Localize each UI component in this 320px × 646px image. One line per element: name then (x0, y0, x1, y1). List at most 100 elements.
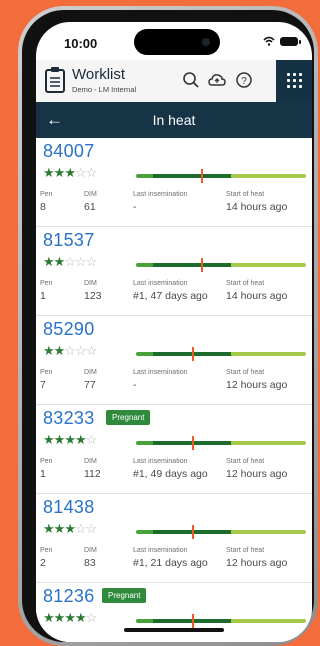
heat-progress-bar (136, 614, 306, 628)
star-empty-icon: ☆ (85, 165, 98, 180)
star-filled-icon: ★ (74, 610, 87, 625)
star-filled-icon: ★ (53, 343, 66, 358)
dim-label: DIM (84, 369, 97, 376)
star-empty-icon: ☆ (85, 521, 98, 536)
cow-card[interactable]: 81537 ★★☆☆☆ Pen DIM Last insemination Start o… (36, 227, 312, 316)
last-insemination-label: Last insemination (133, 369, 188, 376)
star-filled-icon: ★ (64, 521, 76, 536)
star-empty-icon: ☆ (85, 254, 98, 269)
pen-label: Pen (40, 547, 53, 554)
status-bar: 10:00 (36, 22, 312, 58)
dim-value: 61 (84, 201, 96, 213)
pen-value: 8 (40, 201, 46, 213)
pen-label: Pen (40, 191, 53, 198)
star-filled-icon: ★ (74, 432, 87, 447)
pen-value: 2 (40, 557, 46, 569)
dim-value: 112 (84, 468, 101, 480)
dim-label: DIM (84, 280, 97, 287)
star-filled-icon: ★ (43, 432, 55, 447)
star-empty-icon: ☆ (74, 165, 87, 180)
heat-marker (192, 436, 195, 450)
last-insemination-value: #1, 49 days ago (133, 468, 208, 480)
dim-value: 123 (84, 290, 102, 302)
title-bar: ← In heat (36, 102, 312, 138)
search-icon[interactable] (182, 71, 200, 89)
camera-dot (202, 38, 210, 46)
star-filled-icon: ★ (53, 521, 66, 536)
heat-marker (200, 169, 203, 183)
cow-id[interactable]: 85290 (43, 319, 95, 340)
battery-icon (280, 36, 301, 46)
cow-card[interactable]: 83233 Pregnant ★★★★☆ Pen DIM Last inseminatio… (36, 405, 312, 494)
last-insemination-value: #1, 21 days ago (133, 557, 208, 569)
phone-bezel: 10:00 Worklist Demo - LM Internal ? ← In… (22, 10, 314, 642)
pen-value: 7 (40, 379, 46, 391)
star-filled-icon: ★ (43, 521, 55, 536)
cow-id[interactable]: 84007 (43, 141, 95, 162)
cloud-sync-icon[interactable] (208, 71, 226, 89)
star-filled-icon: ★ (43, 254, 55, 269)
heat-marker (200, 258, 203, 272)
last-insemination-label: Last insemination (133, 280, 188, 287)
cow-id[interactable]: 81537 (43, 230, 95, 251)
heat-progress-bar (136, 258, 306, 272)
rating-stars: ★★★★☆ (43, 432, 98, 448)
pen-label: Pen (40, 280, 53, 287)
heat-progress-bar (136, 436, 306, 450)
home-indicator[interactable] (124, 628, 224, 632)
last-insemination-label: Last insemination (133, 191, 188, 198)
star-empty-icon: ☆ (74, 343, 87, 358)
heat-progress-bar (136, 525, 306, 539)
pen-value: 1 (40, 290, 46, 302)
dim-value: 77 (84, 379, 96, 391)
start-of-heat-value: 14 hours ago (226, 201, 288, 213)
heat-marker (192, 525, 195, 539)
star-empty-icon: ☆ (85, 343, 98, 358)
grid-menu-icon[interactable] (276, 60, 312, 102)
star-filled-icon: ★ (64, 610, 76, 625)
star-empty-icon: ☆ (64, 343, 76, 358)
pen-label: Pen (40, 369, 53, 376)
wifi-icon (263, 36, 275, 46)
cow-id[interactable]: 83233 (43, 408, 95, 429)
star-empty-icon: ☆ (85, 610, 98, 625)
app-screen: 10:00 Worklist Demo - LM Internal ? ← In… (36, 22, 312, 642)
dim-label: DIM (84, 191, 97, 198)
cow-id[interactable]: 81236 (43, 586, 95, 607)
dim-label: DIM (84, 547, 97, 554)
pen-label: Pen (40, 458, 53, 465)
start-of-heat-value: 12 hours ago (226, 557, 288, 569)
app-title: Worklist (72, 66, 126, 83)
start-of-heat-label: Start of heat (226, 191, 265, 198)
clipboard-icon (45, 67, 65, 93)
cow-card[interactable]: 81438 ★★★☆☆ Pen DIM Last insemination Start o… (36, 494, 312, 583)
star-empty-icon: ☆ (74, 254, 87, 269)
help-icon[interactable]: ? (235, 71, 253, 89)
start-of-heat-value: 12 hours ago (226, 468, 288, 480)
cow-card[interactable]: 81236 Pregnant ★★★★☆ (36, 583, 312, 642)
status-time: 10:00 (64, 36, 98, 51)
cow-id[interactable]: 81438 (43, 497, 95, 518)
dynamic-island (134, 29, 220, 55)
star-filled-icon: ★ (53, 254, 66, 269)
star-filled-icon: ★ (43, 343, 55, 358)
dim-label: DIM (84, 458, 97, 465)
star-filled-icon: ★ (53, 610, 66, 625)
rating-stars: ★★☆☆☆ (43, 254, 98, 270)
start-of-heat-label: Start of heat (226, 280, 265, 287)
heat-progress-bar (136, 347, 306, 361)
heat-marker (192, 347, 195, 361)
cow-card[interactable]: 84007 ★★★☆☆ Pen DIM Last insemination Start o… (36, 138, 312, 227)
last-insemination-label: Last insemination (133, 458, 188, 465)
star-filled-icon: ★ (64, 165, 76, 180)
star-empty-icon: ☆ (85, 432, 98, 447)
start-of-heat-value: 12 hours ago (226, 379, 288, 391)
status-icons (263, 36, 301, 46)
rating-stars: ★★★☆☆ (43, 165, 98, 181)
cow-card[interactable]: 85290 ★★☆☆☆ Pen DIM Last insemination Start o… (36, 316, 312, 405)
pen-value: 1 (40, 468, 46, 480)
star-filled-icon: ★ (64, 432, 76, 447)
page-title: In heat (152, 112, 196, 128)
svg-text:?: ? (241, 76, 247, 87)
last-insemination-label: Last insemination (133, 547, 188, 554)
